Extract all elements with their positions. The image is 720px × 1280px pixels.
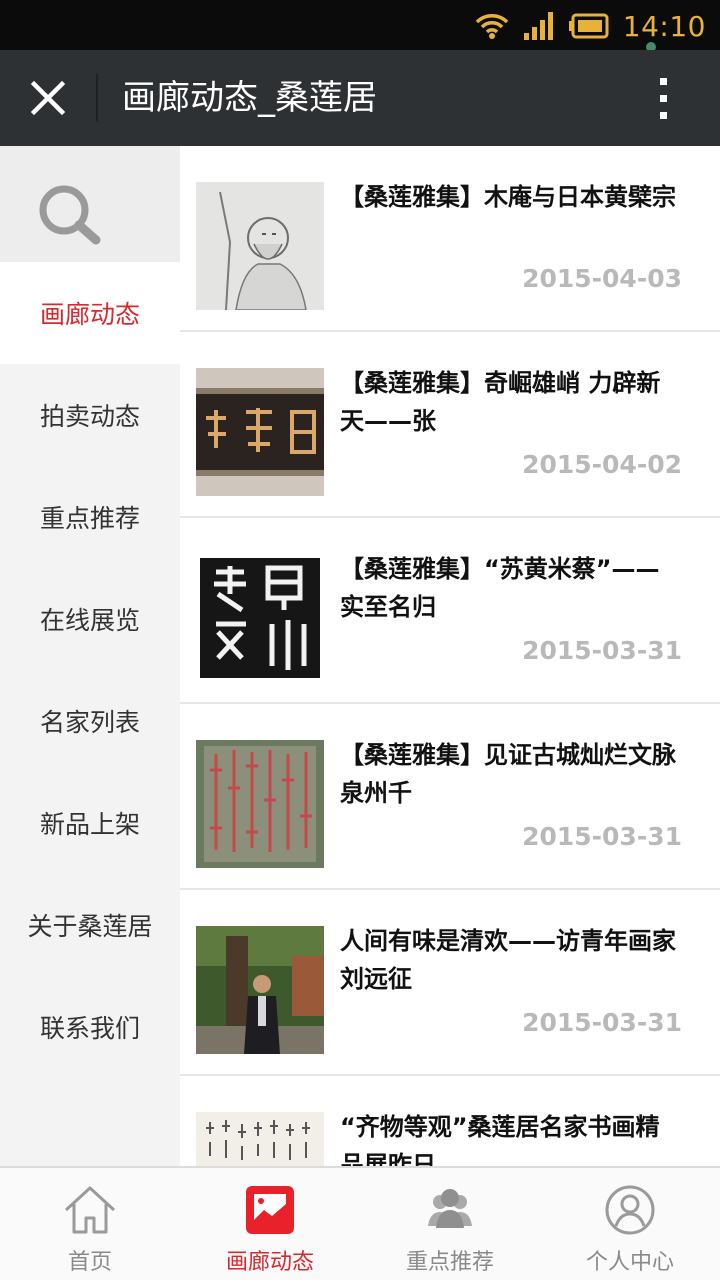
- list-item[interactable]: 【桑莲雅集】木庵与日本黄檗宗 2015-04-03: [180, 146, 720, 332]
- article-title: 人间有味是清欢——访青年画家刘远征: [340, 927, 676, 993]
- list-item[interactable]: 人间有味是清欢——访青年画家刘远征 2015-03-31: [180, 890, 720, 1076]
- sidebar-item-about[interactable]: 关于桑莲居: [0, 874, 180, 976]
- sidebar-item-contact[interactable]: 联系我们: [0, 976, 180, 1078]
- artist-photo-image: [196, 926, 324, 1054]
- gallery-icon: [246, 1186, 294, 1234]
- article-date: 2015-03-31: [522, 636, 682, 665]
- title-separator: [96, 74, 98, 122]
- search-button[interactable]: [0, 146, 180, 262]
- stele-rubbing-image: [196, 554, 324, 682]
- sidebar-item-artists[interactable]: 名家列表: [0, 670, 180, 772]
- tab-label: 首页: [67, 1250, 112, 1275]
- page-title: 画廊动态_桑莲居: [122, 78, 377, 118]
- sidebar-item-new-arrivals[interactable]: 新品上架: [0, 772, 180, 874]
- tab-label: 画廊动态: [225, 1250, 314, 1275]
- tab-label: 重点推荐: [405, 1250, 494, 1275]
- list-item[interactable]: “齐物等观”桑莲居名家书画精品展昨日: [180, 1076, 720, 1166]
- article-date: 2015-04-02: [522, 450, 682, 479]
- more-vertical-icon: [660, 78, 667, 119]
- bottom-tab-bar: 首页 画廊动态 重点推荐 个人中心: [0, 1166, 720, 1280]
- article-date: 2015-04-03: [522, 264, 682, 293]
- article-title: 【桑莲雅集】“苏黄米蔡”——实至名归: [340, 555, 660, 621]
- ink-portrait-image: [196, 182, 324, 310]
- sidebar-item-featured[interactable]: 重点推荐: [0, 466, 180, 568]
- tab-home[interactable]: 首页: [0, 1168, 180, 1280]
- list-item[interactable]: 【桑莲雅集】“苏黄米蔡”——实至名归 2015-03-31: [180, 518, 720, 704]
- article-title: 【桑莲雅集】奇崛雄峭 力辟新天——张: [340, 369, 661, 435]
- status-icons: 14:10: [475, 8, 706, 44]
- calligraphy-scroll-image: [196, 1112, 324, 1166]
- article-title: 【桑莲雅集】木庵与日本黄檗宗: [340, 183, 676, 211]
- article-title: 【桑莲雅集】见证古城灿烂文脉 泉州千: [340, 741, 676, 807]
- article-title: “齐物等观”桑莲居名家书画精品展昨日: [340, 1113, 660, 1166]
- list-item[interactable]: 【桑莲雅集】奇崛雄峭 力辟新天——张 2015-04-02: [180, 332, 720, 518]
- wifi-icon: [475, 14, 509, 39]
- close-button[interactable]: [22, 72, 74, 124]
- people-icon: [428, 1189, 472, 1228]
- tab-profile[interactable]: 个人中心: [540, 1168, 720, 1280]
- sidebar-item-gallery-news[interactable]: 画廊动态: [0, 262, 180, 364]
- status-bar: 14:10: [0, 0, 720, 52]
- status-time: 14:10: [622, 9, 706, 43]
- plaque-calligraphy-image: [196, 368, 324, 496]
- battery-icon: [568, 13, 609, 39]
- tab-label: 个人中心: [585, 1250, 674, 1275]
- sidebar: 画廊动态 拍卖动态 重点推荐 在线展览 名家列表 新品上架 关于桑莲居 联系我们: [0, 146, 180, 1166]
- signal-icon: [523, 12, 553, 40]
- title-bar: 画廊动态_桑莲居: [0, 50, 720, 146]
- home-icon: [64, 1186, 116, 1234]
- close-icon: [30, 80, 66, 116]
- list-item[interactable]: 【桑莲雅集】见证古城灿烂文脉 泉州千 2015-03-31: [180, 704, 720, 890]
- article-date: 2015-03-31: [522, 1008, 682, 1037]
- tab-featured[interactable]: 重点推荐: [360, 1168, 540, 1280]
- search-icon: [39, 185, 101, 245]
- article-list: 【桑莲雅集】木庵与日本黄檗宗 2015-04-03 【桑莲雅集】奇崛雄峭 力辟新…: [180, 146, 720, 1166]
- sidebar-item-online-exhibition[interactable]: 在线展览: [0, 568, 180, 670]
- user-icon: [605, 1185, 655, 1235]
- sidebar-item-auction-news[interactable]: 拍卖动态: [0, 364, 180, 466]
- tab-gallery-news[interactable]: 画廊动态: [180, 1168, 360, 1280]
- more-button[interactable]: [644, 72, 684, 126]
- article-date: 2015-03-31: [522, 822, 682, 851]
- red-stone-inscription-image: [196, 740, 324, 868]
